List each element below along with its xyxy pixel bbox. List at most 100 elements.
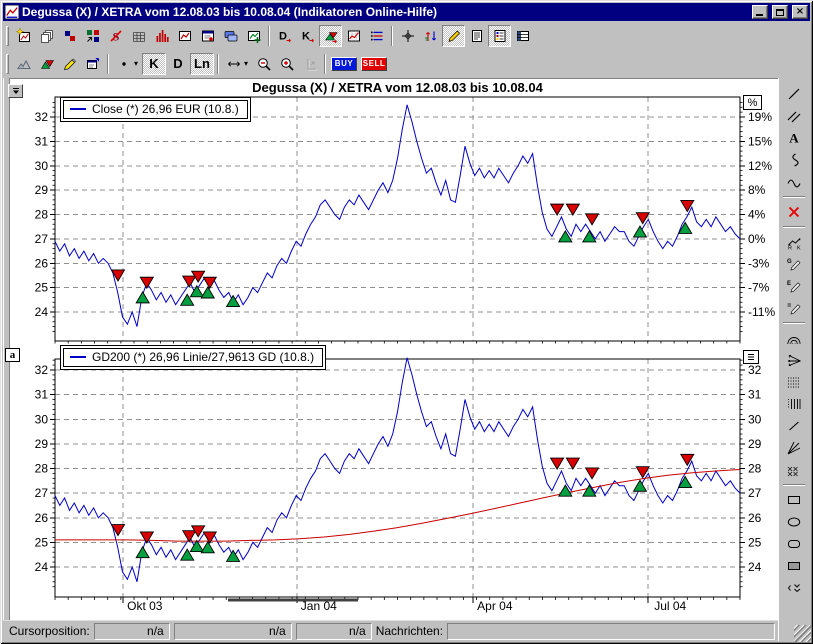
elliott-tool-button[interactable]: E <box>782 275 806 296</box>
trend-line-button[interactable] <box>782 83 806 104</box>
wave-curve-button[interactable] <box>782 171 806 192</box>
maximize-button[interactable] <box>772 5 788 19</box>
line-chart-button[interactable] <box>173 25 196 47</box>
text-tool-button[interactable]: A <box>782 127 806 148</box>
rounded-rectangle-icon <box>786 536 802 552</box>
horizontal-grid-button[interactable] <box>782 371 806 392</box>
y-axis-label: 26 <box>35 256 49 270</box>
trade-signals-button[interactable] <box>319 25 342 47</box>
indicator-list-icon <box>369 28 385 44</box>
crosshatch-button[interactable] <box>782 459 806 480</box>
close-button[interactable]: × <box>792 5 808 19</box>
subchart-a-button[interactable]: a <box>5 348 20 362</box>
chevron-down-icon: ▾ <box>134 59 138 68</box>
app-window: Degussa (X) / XETRA vom 12.08.03 bis 10.… <box>0 0 813 644</box>
y-axis-right-label: -11% <box>748 305 775 319</box>
marker-pen-button[interactable] <box>58 53 81 75</box>
cursor-position-label: Cursorposition: <box>9 624 90 638</box>
buy-order-button[interactable]: BUY <box>331 57 357 71</box>
indicator-chart-button[interactable] <box>342 25 365 47</box>
crosshair-mode-button[interactable] <box>396 25 419 47</box>
sell-order-button[interactable]: SELL <box>361 57 387 71</box>
log-scale-button[interactable]: Ln <box>190 53 214 75</box>
vertical-lines-icon <box>786 396 802 412</box>
quote-list-button[interactable] <box>511 25 534 47</box>
palette-scroll-button[interactable] <box>782 577 806 598</box>
quote-grid-button[interactable] <box>127 25 150 47</box>
fibonacci-arcs-button[interactable] <box>782 327 806 348</box>
x-axis-label: Okt 03 <box>127 599 163 613</box>
filled-rectangle-button[interactable] <box>782 555 806 576</box>
y-axis-label: 32 <box>35 363 49 377</box>
toolbar-grip[interactable] <box>6 26 9 46</box>
line-style-button[interactable]: ▾ <box>112 53 142 75</box>
axis-scale-button[interactable] <box>298 53 321 75</box>
subchart-menu-button[interactable] <box>743 350 759 364</box>
add-chart-button[interactable] <box>242 25 265 47</box>
x-axis-label: Apr 04 <box>477 599 513 613</box>
sell-signal-marker <box>636 213 649 224</box>
y-axis-right-label: 25 <box>748 535 762 549</box>
sell-signal-marker <box>140 532 153 543</box>
parallel-lines-button[interactable] <box>782 105 806 126</box>
disable-stops-button[interactable]: S <box>104 25 127 47</box>
time-scrollbar-thumb[interactable] <box>228 599 358 602</box>
chart-window-button[interactable] <box>196 25 219 47</box>
title-bar[interactable]: Degussa (X) / XETRA vom 12.08.03 bis 10.… <box>3 3 810 21</box>
notes-button[interactable] <box>465 25 488 47</box>
zoom-out-button[interactable] <box>252 53 275 75</box>
draw-mode-button[interactable] <box>442 25 465 47</box>
gd200-series-swatch <box>70 356 86 358</box>
volume-histogram-button[interactable] <box>150 25 173 47</box>
y-axis-right-label: 12% <box>748 159 772 173</box>
svg-text:K: K <box>302 31 310 43</box>
freehand-curve-button[interactable] <box>782 149 806 170</box>
minimize-button[interactable] <box>752 5 768 19</box>
close-series-swatch <box>70 108 86 110</box>
y-axis-right-label: 19% <box>748 110 772 124</box>
daily-chart-button[interactable]: D <box>166 53 190 75</box>
chart-dropdown-button[interactable] <box>8 84 23 98</box>
watchlist-button[interactable] <box>488 25 511 47</box>
vertical-lines-button[interactable] <box>782 393 806 414</box>
toolbar-separator <box>783 322 805 324</box>
signal-triangles-button[interactable] <box>35 53 58 75</box>
y-axis-right-label: 8% <box>748 183 766 197</box>
chart-properties-button[interactable] <box>81 53 104 75</box>
regression-channel-button[interactable]: RK <box>782 231 806 252</box>
diagonal-line-button[interactable] <box>782 415 806 436</box>
speed-lines-button[interactable] <box>782 437 806 458</box>
kurs-chart-button[interactable]: K <box>142 53 166 75</box>
percent-axis-button[interactable]: % <box>743 95 762 110</box>
buy-signal-marker <box>136 292 149 303</box>
delete-drawing-button[interactable] <box>782 201 806 222</box>
marker-pen-icon <box>62 56 78 72</box>
y-axis-label: 27 <box>35 232 49 246</box>
level-lines-tool-button[interactable] <box>782 297 806 318</box>
bar-width-button[interactable]: ▾ <box>222 53 252 75</box>
compare-securities-button[interactable] <box>58 25 81 47</box>
ellipse-button[interactable] <box>782 511 806 532</box>
y-axis-label: 24 <box>35 305 49 319</box>
window-resize-grip[interactable] <box>794 625 811 642</box>
indicator-list-button[interactable] <box>365 25 388 47</box>
axis-scale-icon <box>302 56 318 72</box>
gann-tool-button[interactable]: G <box>782 253 806 274</box>
toolbar-grip[interactable] <box>6 54 9 74</box>
move-mode-button[interactable] <box>419 25 442 47</box>
toolbar-separator <box>268 26 270 46</box>
plot-area-price[interactable] <box>55 97 740 341</box>
cursor-value-panel: n/a <box>296 623 372 640</box>
k-step-button[interactable]: K <box>296 25 319 47</box>
rectangle-button[interactable] <box>782 489 806 510</box>
zoom-in-button[interactable] <box>275 53 298 75</box>
portfolio-button[interactable] <box>81 25 104 47</box>
rounded-rectangle-button[interactable] <box>782 533 806 554</box>
new-chart-button[interactable] <box>12 25 35 47</box>
copy-chart-button[interactable] <box>35 25 58 47</box>
fan-lines-button[interactable] <box>782 349 806 370</box>
saved-layouts-button[interactable] <box>219 25 242 47</box>
zigzag-tool-button[interactable] <box>12 53 35 75</box>
svg-text:R: R <box>788 245 792 250</box>
day-step-button[interactable]: D <box>273 25 296 47</box>
